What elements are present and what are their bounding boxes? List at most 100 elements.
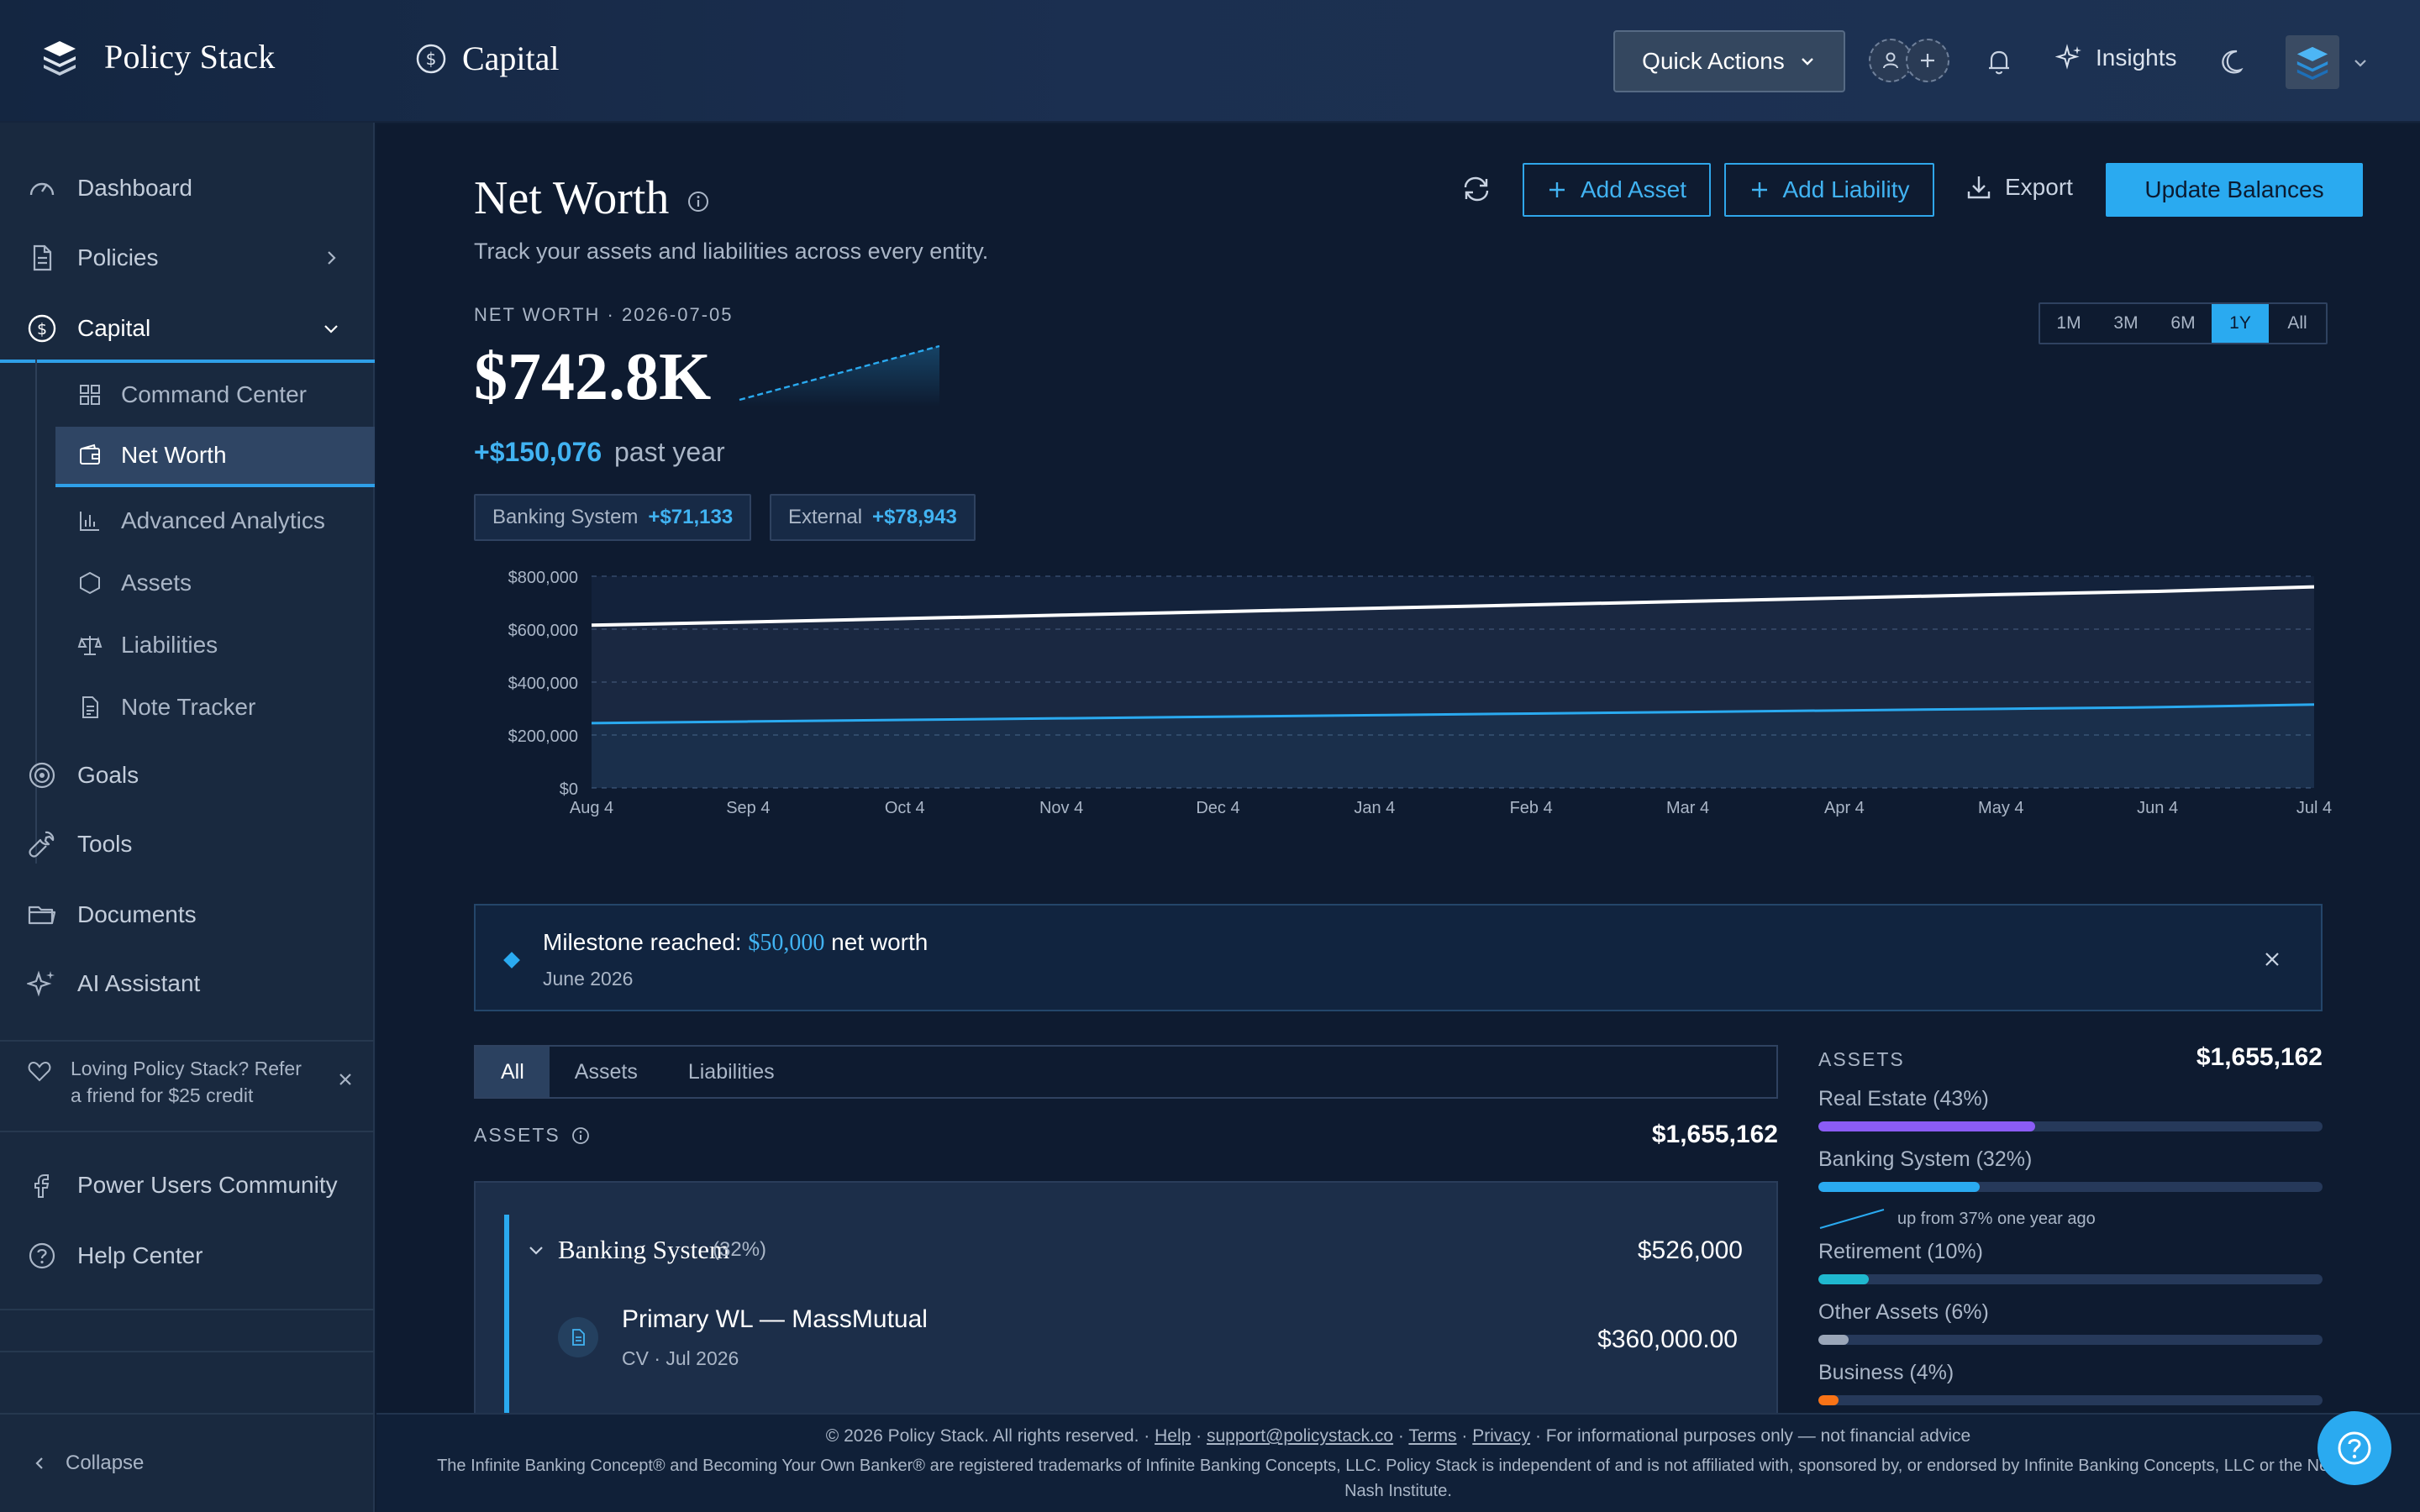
y-tick-label: $600,000 [508,622,578,640]
allocation-row: Business (4%) [1818,1361,2323,1405]
add-liability-label: Add Liability [1782,176,1910,202]
sidebar-item-liabilities[interactable]: Liabilities [55,615,375,675]
sidebar-item-community[interactable]: Power Users Community [0,1156,375,1215]
footer: © 2026 Policy Stack. All rights reserved… [376,1413,2420,1512]
scale-icon [77,636,103,655]
range-1m[interactable]: 1M [2040,304,2097,343]
note-icon [82,696,98,718]
invite-users-button[interactable] [1869,39,1949,82]
sidebar-item-dashboard[interactable]: Dashboard [0,159,375,218]
policy-name[interactable]: Primary WL — MassMutual [622,1305,928,1334]
sidebar-item-tools[interactable]: Tools [0,815,375,874]
chevron-right-icon [328,251,336,265]
wrench-icon [29,831,55,858]
sidebar-divider [0,1413,375,1415]
refer-text: Loving Policy Stack? Refer a friend for … [71,1055,302,1109]
refer-banner[interactable]: Loving Policy Stack? Refer a friend for … [27,1055,355,1109]
sidebar-item-documents[interactable]: Documents [0,885,375,944]
sidebar-item-note-tracker[interactable]: Note Tracker [55,677,375,738]
sidebar-item-command-center[interactable]: Command Center [55,365,375,425]
bell-icon[interactable] [1983,45,2015,77]
sidebar-item-advanced-analytics[interactable]: Advanced Analytics [55,491,375,551]
sidebar-item-ai-assistant[interactable]: AI Assistant [0,954,375,1013]
chip-value: +$71,133 [648,506,734,528]
page-title: Net Worth [474,171,711,225]
dollar-circle-icon: $ [28,314,56,343]
avatar[interactable] [2286,35,2339,89]
refresh-icon[interactable] [1460,173,1492,205]
footer-terms-link[interactable]: Terms [1408,1426,1456,1446]
insights-button[interactable]: Insights [2055,44,2177,72]
chevron-down-icon[interactable] [2351,54,2370,72]
chevron-down-icon [324,325,338,333]
collapse-button[interactable]: Collapse [30,1452,144,1475]
allocation-bar-fill [1818,1274,1869,1284]
x-tick-label: Jul 4 [2296,799,2332,817]
assets-total: $1,655,162 [1651,1121,1778,1148]
sidebar-item-label: Power Users Community [77,1172,338,1198]
info-icon[interactable] [571,1126,591,1146]
range-3m[interactable]: 3M [2097,304,2154,343]
sidebar-item-policies[interactable]: Policies [0,228,375,287]
trend-line-icon [1819,1209,1885,1229]
sidebar-item-label: Documents [77,901,197,927]
chevron-down-icon[interactable] [526,1240,546,1260]
hexagon-icon [80,571,100,595]
quick-actions-button[interactable]: Quick Actions [1613,30,1845,92]
insights-label: Insights [2096,45,2177,71]
tab-all[interactable]: All [476,1047,550,1097]
sidebar-item-help-center[interactable]: Help Center [0,1226,375,1285]
net-worth-label: NET WORTH · 2026-07-05 [474,304,734,325]
add-liability-button[interactable]: Add Liability [1724,163,1934,217]
sidebar-item-assets[interactable]: Assets [55,553,375,613]
sidebar-item-label: Capital [77,315,151,341]
x-tick-label: May 4 [1978,799,2023,817]
gauge-icon [29,182,55,196]
heart-icon [28,1061,51,1082]
page-subtitle: Track your assets and liabilities across… [474,239,989,264]
svg-text:$: $ [37,320,47,339]
tab-assets[interactable]: Assets [550,1047,663,1097]
assets-header: ASSETS [474,1124,591,1147]
info-icon[interactable] [686,189,711,214]
help-button[interactable] [2317,1411,2391,1485]
net-worth-sparkline [739,344,940,407]
net-worth-value: $742.8K [474,340,712,414]
sidebar-item-net-worth[interactable]: Net Worth [55,427,375,487]
footer-privacy-link[interactable]: Privacy [1472,1426,1530,1446]
milestone-title: Milestone reached: $50,000 net worth [543,929,928,957]
top-bar: Policy Stack $ Capital Quick Actions Ins… [0,0,2420,123]
chevron-left-icon [35,1457,43,1469]
range-1y[interactable]: 1Y [2212,304,2269,343]
allocation-header: ASSETS [1818,1048,1905,1070]
sidebar-item-label: Advanced Analytics [121,507,325,533]
moon-icon[interactable] [2218,47,2247,76]
allocation-row-label: Retirement (10%) [1818,1240,1983,1263]
sidebar-item-capital[interactable]: $ Capital [0,297,375,363]
add-asset-button[interactable]: Add Asset [1523,163,1711,217]
chip-external: External +$78,943 [770,494,976,541]
range-6m[interactable]: 6M [2154,304,2212,343]
close-icon[interactable] [2262,949,2282,969]
document-icon [558,1317,598,1357]
allocation-row-label: Banking System (32%) [1818,1147,2033,1171]
export-button[interactable]: Export [1965,173,2073,202]
y-tick-label: $800,000 [508,569,578,587]
section-title-label: Capital [462,39,560,77]
range-all[interactable]: All [2269,304,2326,343]
footer-separator: · [1397,1426,1404,1446]
tab-liabilities[interactable]: Liabilities [663,1047,800,1097]
footer-email-link[interactable]: support@policystack.co [1207,1426,1393,1446]
close-icon[interactable] [336,1070,355,1089]
group-percent: (32%) [713,1238,767,1261]
update-balances-button[interactable]: Update Balances [2106,163,2363,217]
brand[interactable]: Policy Stack [40,37,276,76]
y-tick-label: $0 [560,780,578,799]
sidebar-item-goals[interactable]: Goals [0,746,375,805]
x-tick-label: Apr 4 [1824,799,1865,817]
allocation-bar-track [1818,1335,2323,1345]
sidebar: Dashboard Policies $ Capital Command Cen… [0,123,375,1512]
main-content: Net Worth Track your assets and liabilit… [376,124,2420,1512]
allocation-row-label: Real Estate (43%) [1818,1087,1989,1110]
footer-help-link[interactable]: Help [1155,1426,1191,1446]
